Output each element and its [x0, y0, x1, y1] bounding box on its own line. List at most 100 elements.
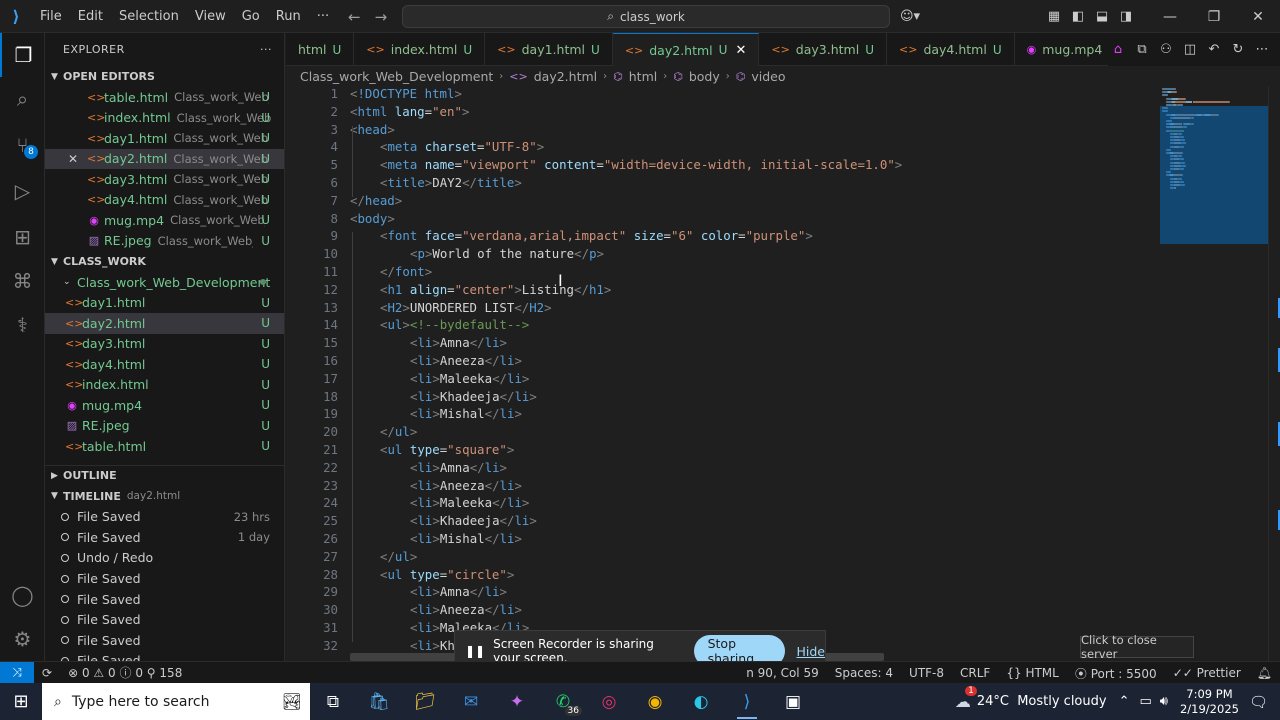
cursor-position[interactable]: n 90, Col 59: [738, 666, 826, 680]
open-editor-item[interactable]: ▨ RE.jpeg Class_work_Web_De... U: [45, 231, 284, 252]
sync-icon[interactable]: ⟳: [34, 666, 60, 680]
timeline-item[interactable]: File Saved: [45, 630, 284, 651]
tab-index-html[interactable]: <> index.html U: [354, 33, 486, 66]
breadcrumb-item[interactable]: day2.html: [534, 69, 597, 84]
file-tree-item[interactable]: <> day3.html U: [45, 334, 284, 355]
outlook-icon[interactable]: ✉: [448, 683, 494, 720]
copilot-icon[interactable]: ✦: [494, 683, 540, 720]
toggle-panel-icon[interactable]: ⬓: [1090, 9, 1114, 24]
open-editor-item[interactable]: <>day1.html Class_work_Web_...U: [45, 128, 284, 149]
refresh-icon[interactable]: ↻: [1228, 42, 1248, 57]
indentation[interactable]: Spaces: 4: [827, 666, 901, 680]
timeline-item[interactable]: File Saved 1 day: [45, 527, 284, 548]
edge-icon[interactable]: ◐: [678, 683, 724, 720]
hide-link[interactable]: Hide: [797, 644, 826, 659]
code-editor[interactable]: 1 <!DOCTYPE html> 2 <html lang="en"> 3 <head>…: [286, 86, 1156, 661]
volume-icon[interactable]: 🔊︎: [1160, 694, 1168, 709]
menu-file[interactable]: File: [32, 0, 70, 33]
windows-start-icon[interactable]: ⊞: [0, 683, 42, 720]
close-icon[interactable]: ✕: [68, 152, 78, 166]
file-tree-item[interactable]: <> index.html U: [45, 375, 284, 396]
menu-view[interactable]: View: [187, 0, 234, 33]
copilot-edit-icon[interactable]: ⚇: [1156, 42, 1176, 57]
tray-chevron-icon[interactable]: ⌃: [1119, 694, 1130, 709]
open-editor-item[interactable]: <>day4.html Class_work_Web_...U: [45, 190, 284, 211]
outline-header[interactable]: ▶ OUTLINE: [45, 464, 284, 486]
breadcrumb-item[interactable]: Class_work_Web_Development: [300, 69, 493, 84]
revert-icon[interactable]: ↶: [1204, 42, 1224, 57]
folder-header[interactable]: ▼ CLASS_WORK: [45, 251, 284, 272]
menu-edit[interactable]: Edit: [70, 0, 111, 33]
task-view-icon[interactable]: ⧉: [310, 683, 356, 720]
tab-day2-html[interactable]: <> day2.html U ✕: [612, 33, 760, 66]
open-editor-item[interactable]: <>day3.html Class_work_Web_...U: [45, 169, 284, 190]
copilot-icon[interactable]: ☺▾: [898, 9, 922, 24]
compare-icon[interactable]: ⧉: [1132, 42, 1152, 57]
python-icon[interactable]: ⚕: [0, 303, 45, 347]
tab-close-icon[interactable]: ✕: [735, 43, 746, 58]
go-live-icon[interactable]: ⌂: [1108, 42, 1128, 57]
vscode-taskbar-icon[interactable]: ⟩: [724, 683, 770, 720]
forward-arrow-icon[interactable]: →: [375, 8, 388, 26]
timeline-item[interactable]: File Saved: [45, 651, 284, 661]
open-editor-item[interactable]: <>index.html Class_work_Web...U: [45, 108, 284, 129]
file-explorer-icon[interactable]: 📁︎: [402, 683, 448, 720]
weather-text[interactable]: 24°C Mostly cloudy: [977, 694, 1107, 709]
breadcrumb-item[interactable]: body: [689, 69, 720, 84]
tab-day1-html[interactable]: <> day1.html U: [485, 33, 613, 66]
file-tree-item[interactable]: ▨ RE.jpeg U: [45, 416, 284, 437]
minimap-viewport[interactable]: [1160, 106, 1268, 244]
clock[interactable]: 7:09 PM 2/19/2025: [1170, 687, 1249, 717]
extensions-icon[interactable]: ⊞: [0, 215, 45, 259]
whatsapp-icon[interactable]: ✆ 36: [540, 683, 586, 720]
notification-center-icon[interactable]: 🗨︎: [1249, 693, 1268, 711]
microsoft-store-icon[interactable]: 🛍︎: [356, 683, 402, 720]
chrome-icon[interactable]: ◉: [632, 683, 678, 720]
toggle-sidebar-icon[interactable]: ◧: [1066, 9, 1090, 24]
language-mode[interactable]: {} HTML: [998, 666, 1067, 680]
command-center[interactable]: ⌕ class_work: [402, 5, 890, 28]
weather-icon[interactable]: ☁ 1: [955, 686, 977, 711]
restore-icon[interactable]: ❐: [1192, 0, 1236, 33]
explorer-more-button[interactable]: ···: [260, 43, 272, 56]
timeline-item[interactable]: File Saved: [45, 609, 284, 630]
file-tree-item[interactable]: <> day2.html U: [45, 313, 284, 334]
split-editor-icon[interactable]: ◫: [1180, 42, 1200, 57]
timeline-item[interactable]: File Saved 23 hrs: [45, 507, 284, 528]
network-icon[interactable]: ▭: [1139, 694, 1151, 709]
close-window-icon[interactable]: ✕: [1236, 0, 1280, 33]
menu-more-button[interactable]: ···: [309, 0, 337, 33]
menu-run[interactable]: Run: [268, 0, 309, 33]
timeline-item[interactable]: File Saved: [45, 589, 284, 610]
open-editors-header[interactable]: ▼ OPEN EDITORS: [45, 66, 284, 87]
file-tree-item[interactable]: <> day1.html U: [45, 293, 284, 314]
accounts-icon[interactable]: ◯: [0, 573, 45, 617]
line-ending[interactable]: CRLF: [952, 666, 998, 680]
more-actions-icon[interactable]: ⋯: [1252, 42, 1272, 57]
timeline-header[interactable]: ▼ TIMELINE day2.html: [45, 486, 284, 507]
source-control-icon[interactable]: ⑂ 8: [0, 123, 45, 167]
timeline-item[interactable]: Undo / Redo: [45, 548, 284, 569]
tab-day4-html[interactable]: <> day4.html U: [887, 33, 1015, 66]
run-debug-icon[interactable]: ▷: [0, 169, 45, 213]
live-server-port[interactable]: ⦿ Port : 5500: [1067, 665, 1165, 682]
breadcrumb-item[interactable]: video: [751, 69, 785, 84]
folder-row[interactable]: ⌄ Class_work_Web_Development: [45, 272, 284, 293]
vertical-scrollbar[interactable]: [1268, 86, 1280, 661]
menu-selection[interactable]: Selection: [111, 0, 187, 33]
explorer-icon[interactable]: ❐: [0, 33, 45, 77]
tab-html[interactable]: html U: [286, 33, 355, 66]
taskbar-search[interactable]: ⌕ Type here to search 🏞︎: [42, 683, 310, 720]
remote-icon[interactable]: ⤨: [0, 661, 34, 684]
customize-layout-icon[interactable]: ▦: [1042, 9, 1066, 24]
file-tree-item[interactable]: <> day4.html U: [45, 354, 284, 375]
prettier-status[interactable]: ✓✓ Prettier: [1165, 666, 1249, 680]
file-tree-item[interactable]: <> table.html U: [45, 436, 284, 457]
search-view-icon[interactable]: ⌕: [0, 77, 45, 121]
open-editor-item[interactable]: ◉ mug.mp4 Class_work_Web_...U: [45, 210, 284, 231]
back-arrow-icon[interactable]: ←: [348, 8, 361, 26]
breadcrumb-item[interactable]: html: [629, 69, 657, 84]
open-editor-item[interactable]: <>table.html Class_work_Web_...U: [45, 87, 284, 108]
menu-go[interactable]: Go: [234, 0, 268, 33]
tab-day3-html[interactable]: <> day3.html U: [759, 33, 887, 66]
